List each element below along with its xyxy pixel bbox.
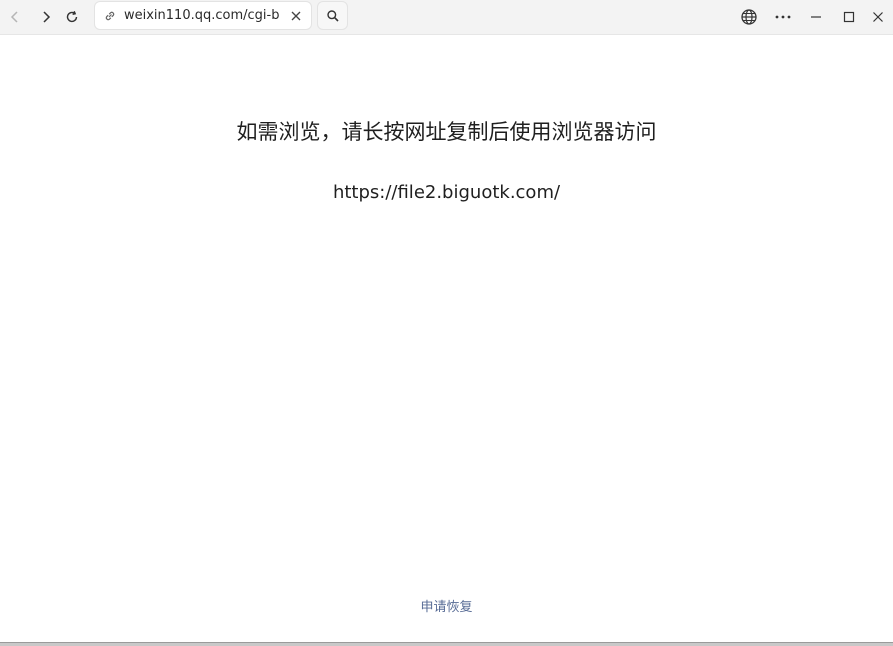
minimize-icon <box>811 16 821 18</box>
maximize-button[interactable] <box>835 3 863 31</box>
close-icon[interactable] <box>289 9 303 23</box>
minimize-button[interactable] <box>802 3 830 31</box>
arrow-left-icon <box>10 11 18 23</box>
reload-icon <box>66 10 78 23</box>
browser-window: weixin110.qq.com/cgi-bin/r <box>0 0 893 646</box>
background-window-edge <box>0 642 893 646</box>
maximize-icon <box>843 11 855 23</box>
search-button[interactable] <box>317 1 348 30</box>
reload-button[interactable] <box>58 3 86 31</box>
close-icon <box>873 12 883 22</box>
appeal-recovery-link[interactable]: 申请恢复 <box>0 598 893 618</box>
target-url-text[interactable]: https://file2.biguotk.com/ <box>0 180 893 206</box>
translate-button[interactable] <box>735 3 763 31</box>
window-close-button[interactable] <box>864 3 892 31</box>
forward-button[interactable] <box>32 3 60 31</box>
page-headline: 如需浏览，请长按网址复制后使用浏览器访问 <box>236 120 657 144</box>
link-icon <box>105 11 115 21</box>
globe-icon <box>741 9 757 25</box>
more-button[interactable] <box>769 3 797 31</box>
search-icon <box>326 9 339 22</box>
back-button[interactable] <box>1 3 29 31</box>
arrow-right-icon <box>43 11 51 23</box>
address-url-text[interactable]: weixin110.qq.com/cgi-bin/r <box>124 8 280 24</box>
browser-toolbar: weixin110.qq.com/cgi-bin/r <box>0 0 893 35</box>
address-bar[interactable]: weixin110.qq.com/cgi-bin/r <box>94 1 312 30</box>
more-icon <box>775 15 791 19</box>
